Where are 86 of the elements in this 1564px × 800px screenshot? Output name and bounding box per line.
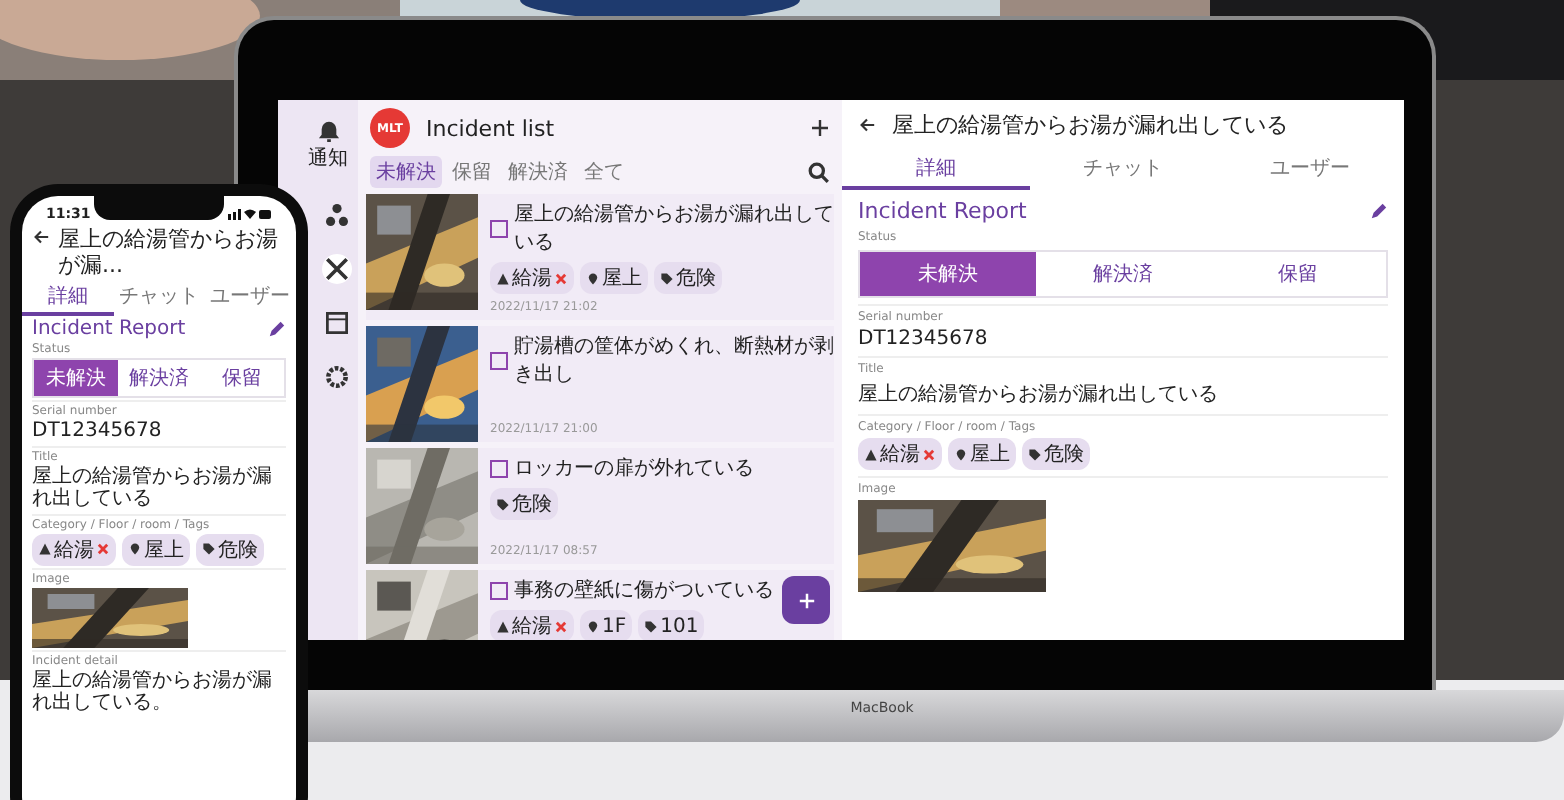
tag-chip[interactable]: 危険 [654, 262, 722, 294]
checkbox[interactable] [490, 459, 508, 477]
tab[interactable]: 詳細 [22, 280, 114, 317]
cross-icon [326, 258, 348, 280]
status-option[interactable]: 未解決 [34, 360, 118, 397]
field-value: 屋上の給湯管からお湯が漏れ出している [858, 381, 1220, 408]
nav-item[interactable] [322, 308, 352, 338]
tag-chip[interactable]: 屋上 [122, 533, 190, 566]
tag-chip[interactable]: 給湯 [32, 533, 116, 566]
filter-chip[interactable]: 全て [578, 156, 630, 188]
status-option[interactable]: 解決済 [117, 360, 201, 397]
edit-icon[interactable] [1370, 202, 1388, 220]
search-icon[interactable] [808, 161, 830, 183]
pin-icon [586, 619, 600, 633]
calendar-icon [326, 312, 348, 334]
filter-chip[interactable]: 解決済 [502, 156, 574, 188]
tab[interactable]: ユーザー [1216, 150, 1404, 190]
back-icon[interactable] [858, 116, 876, 134]
page-title: 屋上の給湯管からお湯が漏... [58, 228, 280, 279]
status-option[interactable]: 未解決 [860, 252, 1036, 296]
nav-item[interactable] [322, 254, 352, 284]
close-icon [96, 542, 110, 557]
status-option[interactable]: 保留 [200, 360, 285, 397]
checkbox[interactable] [490, 581, 508, 599]
plus-icon[interactable] [810, 118, 830, 138]
close-icon [554, 619, 568, 633]
field-value: 屋上の給湯管からお湯が漏れ出している [32, 465, 274, 512]
tag-chip[interactable]: 1F [580, 610, 633, 640]
nav-item[interactable] [322, 200, 352, 230]
tag-chip[interactable]: 危険 [1022, 438, 1090, 470]
tag-chip[interactable]: 給湯 [490, 262, 574, 294]
incident-card[interactable]: 事務の壁紙に傷がついている 給湯 1F 101 [366, 570, 834, 640]
tag-chip[interactable]: 給湯 [490, 610, 574, 640]
tag-chip[interactable]: 危険 [196, 533, 264, 566]
people-icon [326, 204, 348, 226]
tag-chip[interactable]: 屋上 [580, 262, 648, 294]
page-title: 屋上の給湯管からお湯が漏れ出している [892, 110, 1288, 140]
tag-chip[interactable]: 屋上 [948, 438, 1016, 470]
pin-icon [954, 447, 968, 461]
list-title: Incident list [426, 115, 557, 141]
report-heading: Incident Report [858, 198, 1027, 224]
close-icon [554, 271, 568, 285]
close-icon [922, 447, 936, 461]
pin-icon [128, 542, 142, 557]
add-button[interactable] [782, 576, 830, 624]
tab[interactable]: チャット [113, 280, 205, 317]
tab[interactable]: チャット [1029, 150, 1217, 190]
nav-item[interactable]: 通知 [304, 116, 352, 176]
tab[interactable]: ユーザー [204, 280, 296, 317]
status-icons [228, 208, 272, 220]
status-option[interactable]: 保留 [1210, 252, 1387, 296]
status-option[interactable]: 解決済 [1035, 252, 1211, 296]
filter-chip[interactable]: 保留 [446, 156, 498, 188]
gear-icon [326, 366, 348, 388]
phone-notch [94, 196, 224, 220]
back-icon[interactable] [32, 228, 50, 246]
field-value: DT12345678 [32, 420, 164, 444]
tag-icon [644, 619, 659, 633]
checkbox[interactable] [490, 351, 508, 369]
tag-chip[interactable]: 101 [638, 610, 705, 640]
tag-icon [660, 271, 674, 285]
tab[interactable]: 詳細 [842, 150, 1030, 190]
edit-icon[interactable] [268, 320, 286, 339]
nav-label: 通知 [308, 145, 348, 172]
bell-icon [317, 120, 339, 142]
tag-icon [1028, 447, 1042, 461]
checkbox[interactable] [490, 219, 508, 237]
tag-icon [202, 542, 216, 557]
triangle-icon [496, 271, 510, 285]
incident-title: 貯湯槽の筐体がめくれ、断熱材が剥き出し [514, 333, 834, 388]
incident-title: 屋上の給湯管からお湯が漏れ出している [514, 201, 834, 256]
triangle-icon [38, 542, 52, 557]
field-value: 屋上の給湯管からお湯が漏れ出している。 [32, 669, 274, 716]
nav-item[interactable] [322, 362, 352, 392]
report-heading: Incident Report [32, 318, 186, 341]
pin-icon [586, 271, 600, 285]
filter-chip[interactable]: 未解決 [370, 156, 442, 188]
incident-title: 事務の壁紙に傷がついている [514, 577, 774, 604]
tag-chip[interactable]: 給湯 [858, 438, 942, 470]
triangle-icon [864, 447, 878, 461]
tag-chip[interactable]: 危険 [490, 488, 558, 520]
tag-icon [496, 497, 510, 511]
triangle-icon [496, 619, 510, 633]
incident-title: ロッカーの扉が外れている [514, 455, 754, 482]
field-value: DT12345678 [858, 328, 990, 350]
plus-icon [797, 591, 815, 609]
